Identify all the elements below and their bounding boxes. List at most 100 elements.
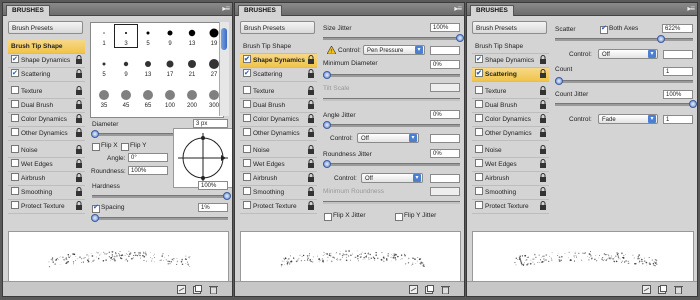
option-item[interactable]: Protect Texture — [472, 200, 549, 214]
option-item[interactable]: Wet Edges — [8, 158, 85, 172]
option-checkbox[interactable] — [475, 173, 483, 182]
option-item[interactable]: Wet Edges — [240, 158, 317, 172]
lock-icon[interactable] — [539, 159, 547, 169]
brush-tip-cell[interactable]: 17 — [159, 56, 181, 78]
min-diameter-knob[interactable] — [323, 71, 331, 79]
angle-field[interactable]: 0° — [128, 153, 168, 162]
option-item[interactable]: Noise — [240, 144, 317, 158]
brush-tip-cell[interactable]: 21 — [181, 56, 203, 78]
option-item[interactable]: Brush Tip Shape — [240, 40, 317, 54]
brush-tip-grid[interactable]: 1 3 5 9 13 19 5 9 13 17 21 27 35 45 65 100 200 300 — [90, 22, 224, 118]
option-item[interactable]: Protect Texture — [8, 200, 85, 214]
option-item[interactable]: Smoothing — [8, 186, 85, 200]
count-slider-knob[interactable] — [555, 77, 563, 85]
lock-icon[interactable] — [307, 159, 315, 169]
option-checkbox[interactable] — [475, 53, 483, 66]
flip-y-jitter-checkbox[interactable] — [395, 213, 403, 221]
option-item[interactable]: Noise — [472, 144, 549, 158]
lock-icon[interactable] — [307, 86, 315, 96]
lock-icon[interactable] — [75, 100, 83, 110]
option-item[interactable]: Shape Dynamics — [240, 53, 317, 68]
diameter-slider-knob[interactable] — [91, 130, 99, 138]
option-item[interactable]: Texture — [8, 85, 85, 99]
flip-y-checkbox[interactable] — [121, 143, 129, 151]
lock-icon[interactable] — [307, 201, 315, 211]
lock-icon[interactable] — [307, 128, 315, 138]
hardness-slider-knob[interactable] — [223, 192, 231, 200]
lock-icon[interactable] — [75, 69, 83, 79]
option-checkbox[interactable] — [243, 145, 251, 154]
flip-x-jitter-checkbox[interactable] — [324, 213, 332, 221]
option-item[interactable]: Scattering — [8, 67, 85, 82]
option-item[interactable]: Scattering — [472, 67, 549, 82]
lock-icon[interactable] — [539, 128, 547, 138]
toggle-brush-preview-icon[interactable] — [409, 285, 418, 294]
option-item[interactable]: Other Dynamics — [240, 127, 317, 141]
both-axes-checkbox[interactable] — [600, 24, 608, 34]
option-checkbox[interactable] — [11, 145, 19, 154]
option-checkbox[interactable] — [11, 114, 19, 123]
lock-icon[interactable] — [75, 145, 83, 155]
lock-icon[interactable] — [539, 55, 547, 65]
lock-icon[interactable] — [539, 187, 547, 197]
brush-tip-cell[interactable]: 3 — [114, 24, 138, 48]
panel-tab[interactable]: BRUSHES — [470, 5, 514, 16]
lock-icon[interactable] — [539, 114, 547, 124]
count-slider[interactable] — [555, 80, 693, 83]
option-checkbox[interactable] — [11, 201, 19, 210]
lock-icon[interactable] — [307, 114, 315, 124]
option-item[interactable]: Noise — [8, 144, 85, 158]
angle-roundness-widget[interactable] — [173, 128, 232, 188]
option-item[interactable]: Texture — [240, 85, 317, 99]
count-jitter-slider[interactable] — [555, 103, 693, 106]
new-preset-icon[interactable] — [658, 285, 667, 294]
option-item[interactable]: Protect Texture — [240, 200, 317, 214]
diameter-field[interactable]: 3 px — [193, 119, 228, 128]
panel-tab[interactable]: BRUSHES — [238, 5, 282, 16]
hardness-field[interactable]: 100% — [198, 181, 228, 190]
scatter-slider[interactable] — [555, 38, 693, 41]
option-checkbox[interactable] — [475, 128, 483, 137]
option-checkbox[interactable] — [475, 100, 483, 109]
size-jitter-slider[interactable] — [323, 37, 460, 40]
brush-tip-cell[interactable]: 1 — [93, 25, 115, 47]
option-item[interactable]: Other Dynamics — [8, 127, 85, 141]
new-preset-icon[interactable] — [193, 285, 202, 294]
option-checkbox[interactable] — [11, 128, 19, 137]
size-jitter-field[interactable]: 100% — [430, 23, 460, 32]
toggle-brush-preview-icon[interactable] — [642, 285, 651, 294]
brush-tip-cell[interactable]: 35 — [93, 87, 115, 109]
brush-tip-cell[interactable]: 200 — [181, 87, 203, 109]
lock-icon[interactable] — [75, 128, 83, 138]
option-item[interactable]: Shape Dynamics — [472, 53, 549, 68]
option-checkbox[interactable] — [475, 86, 483, 95]
lock-icon[interactable] — [539, 100, 547, 110]
option-checkbox[interactable] — [243, 53, 251, 66]
brush-tip-cell[interactable]: 13 — [137, 56, 159, 78]
option-checkbox[interactable] — [475, 145, 483, 154]
option-checkbox[interactable] — [243, 201, 251, 210]
scroll-thumb[interactable] — [221, 28, 227, 50]
option-checkbox[interactable] — [243, 128, 251, 137]
option-checkbox[interactable] — [11, 100, 19, 109]
count-control-select[interactable]: Fade ▾ — [598, 114, 658, 124]
option-checkbox[interactable] — [243, 86, 251, 95]
panel-titlebar[interactable]: BRUSHES ▸≡ — [3, 3, 232, 16]
scatter-control-select[interactable]: Off ▾ — [598, 49, 658, 59]
lock-icon[interactable] — [75, 86, 83, 96]
lock-icon[interactable] — [539, 145, 547, 155]
panel-titlebar[interactable]: BRUSHES ▸≡ — [467, 3, 697, 16]
option-checkbox[interactable] — [243, 187, 251, 196]
option-checkbox[interactable] — [243, 159, 251, 168]
option-item[interactable]: Texture — [472, 85, 549, 99]
option-item[interactable]: Airbrush — [472, 172, 549, 186]
brush-presets-button[interactable]: Brush Presets — [240, 21, 315, 34]
lock-icon[interactable] — [307, 69, 315, 79]
lock-icon[interactable] — [307, 187, 315, 197]
spacing-slider-knob[interactable] — [91, 214, 99, 222]
option-checkbox[interactable] — [11, 67, 19, 80]
trash-icon[interactable] — [674, 285, 683, 294]
trash-icon[interactable] — [441, 285, 450, 294]
size-jitter-knob[interactable] — [456, 34, 464, 42]
control-extra-field[interactable] — [430, 174, 460, 183]
